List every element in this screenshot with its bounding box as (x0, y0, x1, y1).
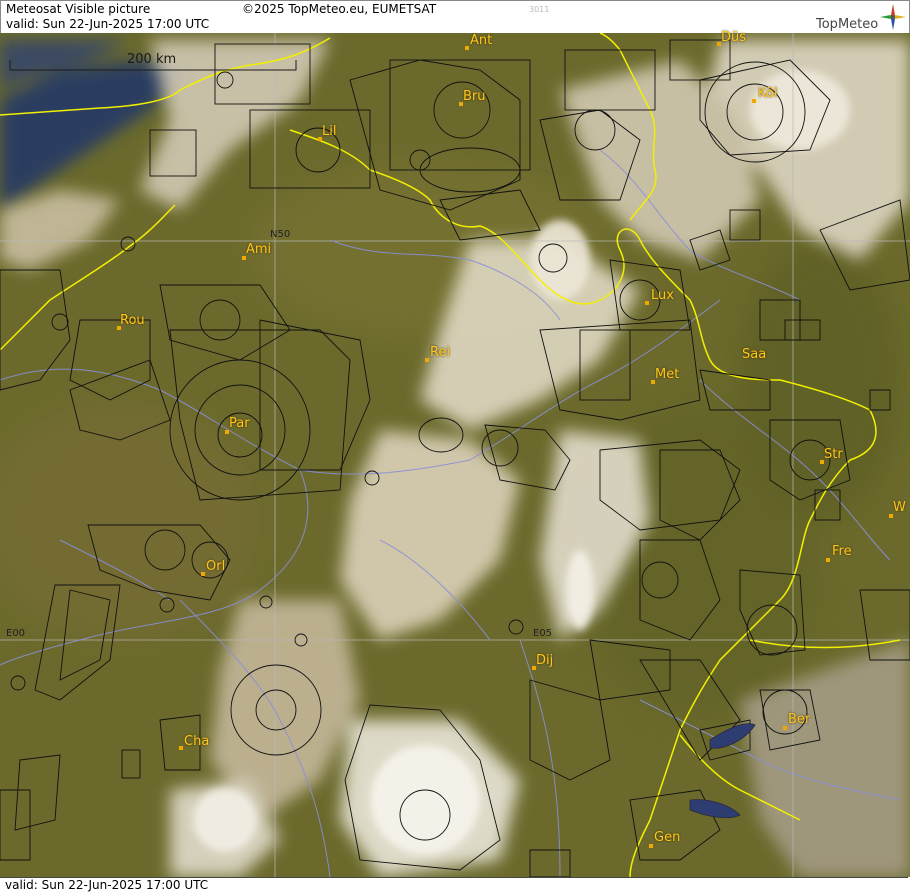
satellite-map[interactable]: 200 km N50 E00 E05 Ant Düs Bru Köl Lil A… (0, 30, 910, 878)
city-label-lil[interactable]: Lil (322, 124, 336, 139)
city-label-bru[interactable]: Bru (463, 89, 486, 104)
city-label-fre[interactable]: Fre (832, 544, 852, 559)
footer-valid-time: valid: Sun 22-Jun-2025 17:00 UTC (5, 878, 209, 892)
compass-logo-icon (880, 4, 906, 30)
city-label-rei[interactable]: Rei (430, 345, 450, 360)
grid-lon-label-e05: E05 (533, 628, 553, 639)
image-code: 3011 (529, 5, 550, 14)
city-label-rou[interactable]: Rou (120, 313, 145, 328)
city-label-kol[interactable]: Köl (758, 86, 777, 101)
copyright-text: ©2025 TopMeteo.eu, EUMETSAT (242, 2, 437, 16)
grid-lat-label: N50 (270, 229, 291, 240)
scale-bar-label: 200 km (127, 52, 177, 67)
city-label-cha[interactable]: Cha (184, 734, 209, 749)
map-title: Meteosat Visible picture (6, 2, 151, 16)
city-label-ami[interactable]: Ami (246, 242, 271, 257)
grid-lon-label-e00: E00 (6, 628, 26, 639)
city-label-met[interactable]: Met (655, 367, 679, 382)
city-label-str[interactable]: Str (824, 447, 843, 462)
city-label-lux[interactable]: Lux (651, 288, 674, 303)
footer-bar: valid: Sun 22-Jun-2025 17:00 UTC (0, 877, 908, 893)
city-label-gen[interactable]: Gen (654, 830, 680, 845)
city-label-ber[interactable]: Ber (788, 712, 810, 727)
city-label-par[interactable]: Par (229, 416, 250, 431)
city-label-dus[interactable]: Düs (721, 30, 746, 45)
brand-name: TopMeteo (816, 17, 879, 32)
city-label-saa[interactable]: Saa (742, 347, 766, 362)
city-label-w[interactable]: W (893, 500, 906, 515)
city-label-orl[interactable]: Orl (206, 559, 225, 574)
city-label-ant[interactable]: Ant (470, 33, 492, 48)
valid-time: valid: Sun 22-Jun-2025 17:00 UTC (6, 17, 210, 31)
city-label-dij[interactable]: Dij (536, 653, 553, 668)
header-bar: Meteosat Visible picture valid: Sun 22-J… (0, 0, 910, 34)
map-canvas (0, 32, 910, 878)
